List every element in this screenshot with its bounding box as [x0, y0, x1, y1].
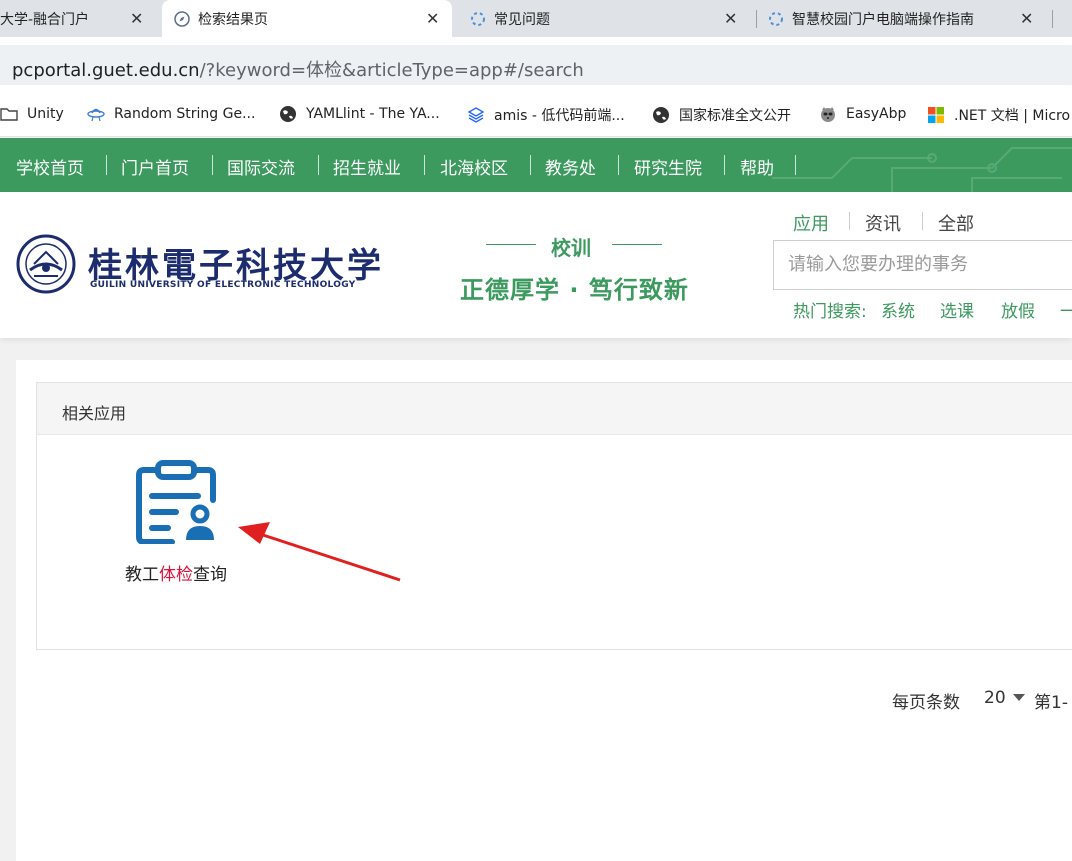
chevron-down-icon[interactable]	[1013, 694, 1025, 701]
tab-faq[interactable]: 常见问题 ✕	[458, 0, 753, 37]
folder-icon	[0, 108, 18, 121]
search-input[interactable]	[788, 254, 1072, 275]
bookmark-yamllint[interactable]: YAMLlint - The YA...	[279, 105, 440, 123]
globe-icon	[653, 107, 669, 123]
tab-separator	[1052, 10, 1053, 28]
tab-label: 常见问题	[494, 11, 550, 28]
nav-international[interactable]: 国际交流	[227, 154, 295, 179]
motto-text: 正德厚学 · 笃行致新	[460, 276, 689, 304]
nav-separator	[530, 155, 531, 175]
top-nav: 学校首页 门户首页 国际交流 招生就业 北海校区 教务处 研究生院 帮助	[0, 138, 1072, 192]
motto-line-right	[612, 244, 662, 245]
page-range-info: 第1-	[1034, 693, 1068, 713]
panel-title: 相关应用	[62, 404, 127, 423]
nav-separator	[424, 155, 425, 175]
bookmark-label: .NET 文档 | Micro	[954, 108, 1071, 124]
logo-english-name: GUILIN UNIVERSITY OF ELECTRONIC TECHNOLO…	[90, 280, 356, 290]
university-seal-icon	[16, 234, 76, 294]
site-header: 桂林電子科技大学 GUILIN UNIVERSITY OF ELECTRONIC…	[0, 192, 1072, 338]
bookmark-label: Random String Ge...	[114, 106, 256, 122]
tab-portal[interactable]: 大学-融合门户 ✕	[0, 0, 160, 37]
nav-separator	[795, 155, 796, 175]
search-tab-apps[interactable]: 应用	[793, 210, 829, 236]
nav-separator	[618, 155, 619, 175]
hot-search-label: 热门搜索:	[793, 302, 867, 322]
bookmark-label: 国家标准全文公开	[679, 108, 791, 124]
close-icon[interactable]: ✕	[724, 9, 737, 28]
app-label-suffix: 查询	[193, 565, 227, 585]
bookmark-random-string[interactable]: Random String Ge...	[87, 105, 255, 123]
nav-graduate-school[interactable]: 研究生院	[634, 154, 702, 179]
bookmark-amis[interactable]: amis - 低代码前端...	[467, 105, 625, 125]
search-tab-separator	[849, 212, 850, 230]
bookmark-easyabp[interactable]: EasyAbp	[819, 105, 906, 123]
page-size-select[interactable]: 20	[984, 688, 1006, 708]
hot-search-course-selection[interactable]: 选课	[940, 297, 974, 322]
search-tab-news[interactable]: 资讯	[865, 210, 901, 236]
nav-separator	[106, 155, 107, 175]
hot-search-separator: 一	[1060, 302, 1072, 322]
red-arrow-annotation	[238, 522, 401, 582]
nav-school-home[interactable]: 学校首页	[16, 154, 84, 179]
close-icon[interactable]: ✕	[1020, 9, 1033, 28]
motto-line-left	[486, 244, 536, 245]
nav-help[interactable]: 帮助	[740, 154, 774, 179]
app-label-staff-checkup[interactable]: 教工体检查询	[125, 560, 227, 585]
layers-icon	[467, 107, 485, 123]
ufo-icon	[87, 108, 105, 122]
bookmark-label: amis - 低代码前端...	[494, 108, 625, 124]
nav-beihai-campus[interactable]: 北海校区	[440, 154, 508, 179]
bookmark-dotnet-docs[interactable]: .NET 文档 | Micro	[927, 105, 1070, 125]
panel-header: 相关应用	[37, 383, 1072, 435]
tab-search-results[interactable]: 检索结果页 ✕	[162, 0, 452, 37]
search-tab-separator	[922, 212, 923, 230]
compass-icon	[174, 10, 190, 27]
tab-guide[interactable]: 智慧校园门户电脑端操作指南 ✕	[758, 0, 1048, 37]
hot-search-system[interactable]: 系统	[881, 297, 915, 322]
url-path: /?keyword=体检&articleType=app#/search	[199, 60, 584, 81]
bookmark-label: Unity	[27, 106, 64, 122]
bookmarks-bar: Unity Random String Ge... YAMLlint - The…	[0, 93, 1072, 137]
tab-strip: 大学-融合门户 ✕ 检索结果页 ✕ 常见问题 ✕ 智慧校园门户电脑端操作指南 ✕	[0, 0, 1072, 37]
close-icon[interactable]: ✕	[130, 9, 143, 28]
page-size-label: 每页条数	[892, 693, 960, 713]
nav-separator	[318, 155, 319, 175]
bookmark-national-standards[interactable]: 国家标准全文公开	[652, 105, 791, 125]
loading-icon	[769, 11, 783, 26]
bookmark-unity[interactable]: Unity	[0, 105, 64, 123]
app-label-prefix: 教工	[125, 565, 159, 585]
url-host: pcportal.guet.edu.cn	[12, 60, 200, 81]
search-box	[773, 240, 1072, 290]
bookmark-label: EasyAbp	[846, 106, 907, 122]
tab-label: 智慧校园门户电脑端操作指南	[792, 11, 974, 28]
nav-portal-home[interactable]: 门户首页	[121, 154, 189, 179]
app-label-highlight: 体检	[159, 565, 193, 585]
nav-separator	[724, 155, 725, 175]
close-icon[interactable]: ✕	[426, 9, 439, 28]
tab-label: 大学-融合门户	[0, 11, 90, 28]
hot-search-holiday[interactable]: 放假	[1001, 297, 1035, 322]
search-tab-all[interactable]: 全部	[938, 210, 974, 236]
raccoon-icon	[821, 107, 835, 122]
tab-separator	[756, 10, 757, 28]
motto-title: 校训	[551, 236, 591, 260]
bookmark-label: YAMLlint - The YA...	[306, 106, 440, 122]
windows-icon	[928, 107, 944, 123]
url-text[interactable]: pcportal.guet.edu.cn/?keyword=体检&article…	[12, 56, 584, 82]
address-bar: pcportal.guet.edu.cn/?keyword=体检&article…	[0, 37, 1072, 93]
nav-separator	[212, 155, 213, 175]
nav-academic-affairs[interactable]: 教务处	[545, 154, 596, 179]
tab-label: 检索结果页	[198, 11, 268, 28]
nav-admissions[interactable]: 招生就业	[333, 154, 401, 179]
loading-icon	[471, 11, 485, 26]
globe-icon	[280, 106, 296, 122]
circuit-decoration	[772, 147, 1072, 192]
clipboard-user-icon[interactable]	[136, 460, 216, 544]
